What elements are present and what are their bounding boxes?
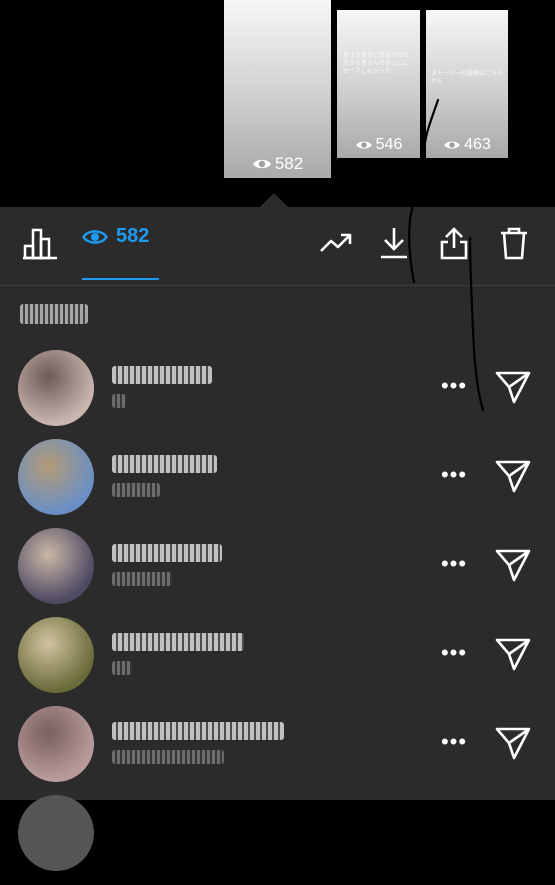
paper-plane-icon — [495, 638, 531, 671]
download-button[interactable] — [376, 225, 412, 261]
views-count: 582 — [116, 225, 150, 247]
viewer-name — [112, 722, 284, 740]
story-views: 546 — [337, 136, 420, 154]
story-views-count: 546 — [375, 136, 403, 153]
story-thumbnail-1[interactable]: 582 — [224, 0, 331, 178]
toolbar-divider — [0, 285, 555, 286]
viewer-subtitle — [112, 661, 132, 675]
viewer-name — [112, 455, 217, 473]
eye-icon — [252, 159, 271, 169]
bar-chart-icon — [23, 228, 57, 260]
eye-icon — [444, 141, 460, 149]
story-thumbnail-2[interactable]: 皆さま本日に新規された方から皆さんのきっとにセイマしなかった 546 — [337, 10, 420, 158]
trending-up-icon — [320, 233, 352, 252]
more-options-button[interactable]: ••• — [438, 374, 470, 398]
avatar[interactable] — [18, 617, 94, 693]
viewer-row[interactable]: ••• — [0, 528, 555, 618]
paper-plane-icon — [495, 549, 531, 582]
avatar[interactable] — [18, 439, 94, 515]
delete-button[interactable] — [496, 225, 532, 261]
viewers-section-label — [20, 304, 88, 324]
more-options-button[interactable]: ••• — [438, 463, 470, 487]
viewer-name — [112, 366, 212, 384]
story-thumbnail-3[interactable]: ストーリーの投稿はこちらから 463 — [426, 10, 508, 158]
avatar[interactable] — [18, 706, 94, 782]
viewer-name — [112, 633, 244, 651]
share-button[interactable] — [436, 225, 472, 261]
viewer-subtitle — [112, 394, 126, 408]
story-caption: 皆さま本日に新規された方から皆さんのきっとにセイマしなかった — [343, 53, 410, 75]
insights-button[interactable] — [22, 225, 58, 261]
more-options-button[interactable]: ••• — [438, 641, 470, 665]
viewer-row[interactable]: ••• — [0, 350, 555, 440]
paper-plane-icon — [495, 727, 531, 760]
viewer-row[interactable]: ••• — [0, 617, 555, 707]
story-caption: ストーリーの投稿はこちらから — [431, 71, 504, 85]
download-icon — [381, 228, 407, 259]
paper-plane-icon — [495, 460, 531, 493]
paper-plane-icon — [495, 371, 531, 404]
avatar[interactable] — [18, 350, 94, 426]
send-message-button[interactable] — [494, 457, 532, 495]
send-message-button[interactable] — [494, 724, 532, 762]
story-views: 463 — [426, 136, 508, 154]
viewer-subtitle — [112, 750, 224, 764]
selected-story-pointer — [260, 193, 288, 207]
toolbar: 582 — [0, 207, 555, 285]
viewer-subtitle — [112, 483, 160, 497]
viewer-name — [112, 544, 222, 562]
viewer-subtitle — [112, 572, 172, 586]
viewer-row-partial[interactable] — [0, 795, 555, 885]
tab-viewers[interactable]: 582 — [82, 225, 149, 248]
viewers-sheet: 582 ••• ••• ••• ••• ••• — [0, 207, 555, 871]
viewer-row[interactable]: ••• — [0, 706, 555, 796]
promote-button[interactable] — [318, 225, 354, 261]
send-message-button[interactable] — [494, 368, 532, 406]
viewer-row[interactable]: ••• — [0, 439, 555, 529]
story-thumbnails-strip: 582 皆さま本日に新規された方から皆さんのきっとにセイマしなかった 546 ス… — [0, 0, 555, 207]
share-icon — [440, 227, 468, 260]
eye-icon — [82, 229, 108, 244]
eye-icon — [355, 141, 372, 149]
trash-icon — [501, 227, 527, 260]
story-views: 582 — [224, 154, 331, 174]
more-options-button[interactable]: ••• — [438, 730, 470, 754]
story-views-count: 463 — [464, 136, 491, 153]
active-tab-indicator — [82, 278, 159, 280]
avatar[interactable] — [18, 528, 94, 604]
send-message-button[interactable] — [494, 635, 532, 673]
story-views-count: 582 — [274, 154, 304, 173]
avatar[interactable] — [18, 795, 94, 871]
more-options-button[interactable]: ••• — [438, 552, 470, 576]
send-message-button[interactable] — [494, 546, 532, 584]
